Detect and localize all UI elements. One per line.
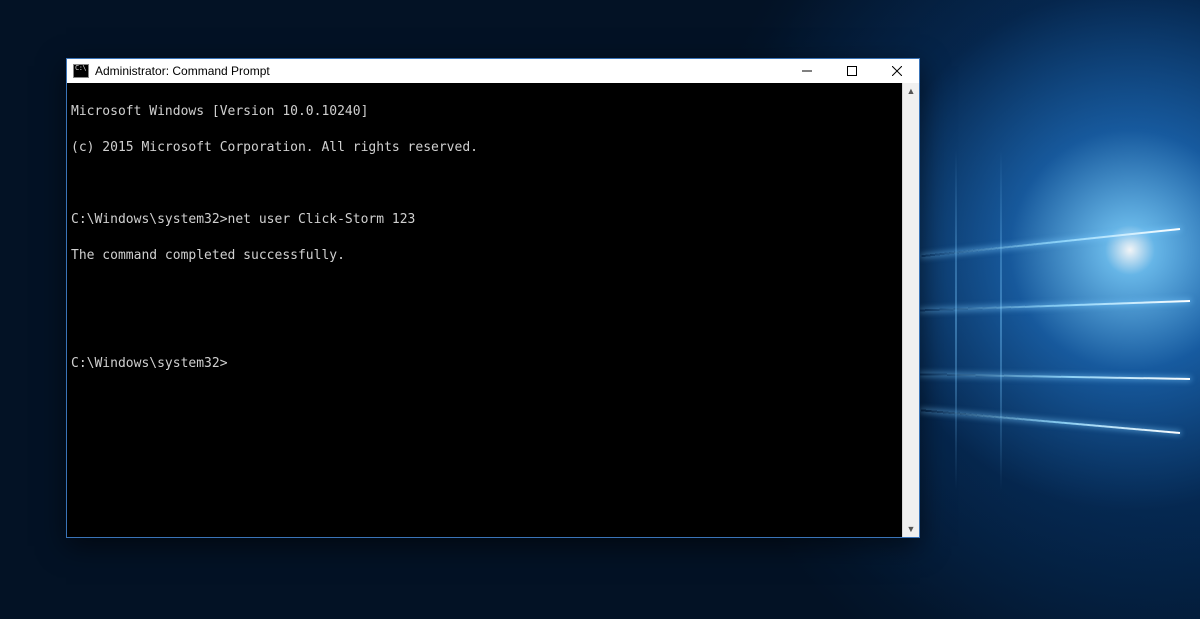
cmd-icon — [73, 64, 89, 78]
window-title: Administrator: Command Prompt — [95, 64, 270, 78]
console-line: Microsoft Windows [Version 10.0.10240] — [71, 103, 898, 121]
minimize-icon — [802, 66, 812, 76]
console-line: C:\Windows\system32>net user Click-Storm… — [71, 211, 898, 229]
wallpaper-decor — [921, 409, 1180, 434]
scroll-up-button[interactable]: ▲ — [903, 83, 919, 99]
console-line — [71, 175, 898, 193]
wallpaper-decor — [920, 373, 1190, 380]
wallpaper-decor — [921, 228, 1180, 257]
wallpaper-decor — [1000, 150, 1002, 490]
chevron-down-icon: ▼ — [907, 524, 916, 534]
maximize-icon — [847, 66, 857, 76]
titlebar[interactable]: Administrator: Command Prompt — [67, 59, 919, 83]
wallpaper-decor — [955, 150, 957, 490]
close-button[interactable] — [874, 59, 919, 83]
close-icon — [892, 66, 902, 76]
chevron-up-icon: ▲ — [907, 86, 916, 96]
console-line — [71, 283, 898, 301]
scrollbar-track[interactable] — [903, 99, 919, 521]
wallpaper-decor — [920, 300, 1190, 311]
command-prompt-window[interactable]: Administrator: Command Prompt Microsoft … — [66, 58, 920, 538]
console-output[interactable]: Microsoft Windows [Version 10.0.10240] (… — [67, 83, 902, 537]
console-line: The command completed successfully. — [71, 247, 898, 265]
minimize-button[interactable] — [784, 59, 829, 83]
console-line — [71, 319, 898, 337]
console-prompt[interactable]: C:\Windows\system32> — [71, 355, 898, 373]
console-line: (c) 2015 Microsoft Corporation. All righ… — [71, 139, 898, 157]
scroll-down-button[interactable]: ▼ — [903, 521, 919, 537]
vertical-scrollbar[interactable]: ▲ ▼ — [902, 83, 919, 537]
console-area: Microsoft Windows [Version 10.0.10240] (… — [67, 83, 919, 537]
maximize-button[interactable] — [829, 59, 874, 83]
